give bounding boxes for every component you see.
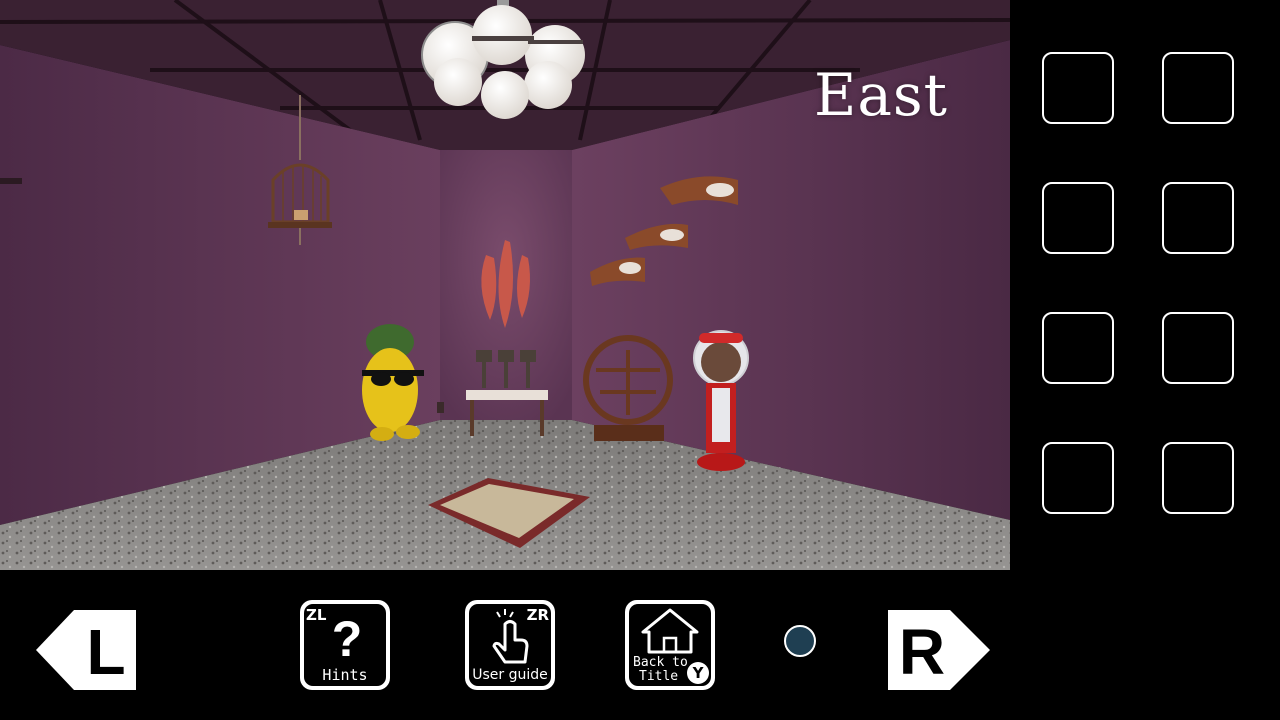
back-to-title-button[interactable]: Back to Title Y — [625, 600, 715, 690]
left-key-label: L — [86, 616, 125, 688]
right-key-label: R — [899, 616, 945, 688]
tap-hand-icon — [492, 609, 529, 664]
question-icon: ? — [332, 611, 363, 666]
hints-label: Hints — [322, 666, 368, 684]
inventory-slot-1[interactable] — [1042, 52, 1114, 124]
right-arrow-icon: R — [888, 610, 990, 690]
room-scene[interactable]: East — [0, 0, 1010, 570]
room-direction-label: East — [814, 61, 948, 129]
house-icon — [641, 608, 699, 654]
inventory-slot-5[interactable] — [1042, 312, 1114, 384]
inventory-slot-8[interactable] — [1162, 442, 1234, 514]
svg-text:?: ? — [332, 611, 363, 666]
user-guide-label: User guide — [472, 667, 548, 683]
left-wall-hook[interactable] — [0, 178, 22, 184]
left-arrow-icon: L — [36, 610, 136, 690]
hints-button[interactable]: ZL ? Hints — [300, 600, 390, 690]
y-key-badge: Y — [687, 662, 709, 684]
turn-left-button[interactable]: L — [36, 610, 136, 694]
inventory-slot-4[interactable] — [1162, 182, 1234, 254]
user-guide-button[interactable]: ZR User guide — [465, 600, 555, 690]
inventory-slot-3[interactable] — [1042, 182, 1114, 254]
turn-right-button[interactable]: R — [888, 610, 990, 694]
inventory-slot-6[interactable] — [1162, 312, 1234, 384]
wall-switch[interactable] — [437, 402, 444, 413]
inventory-panel — [1010, 0, 1280, 570]
inventory-slot-2[interactable] — [1162, 52, 1234, 124]
page-indicator-dot — [784, 625, 816, 657]
inventory-slot-7[interactable] — [1042, 442, 1114, 514]
